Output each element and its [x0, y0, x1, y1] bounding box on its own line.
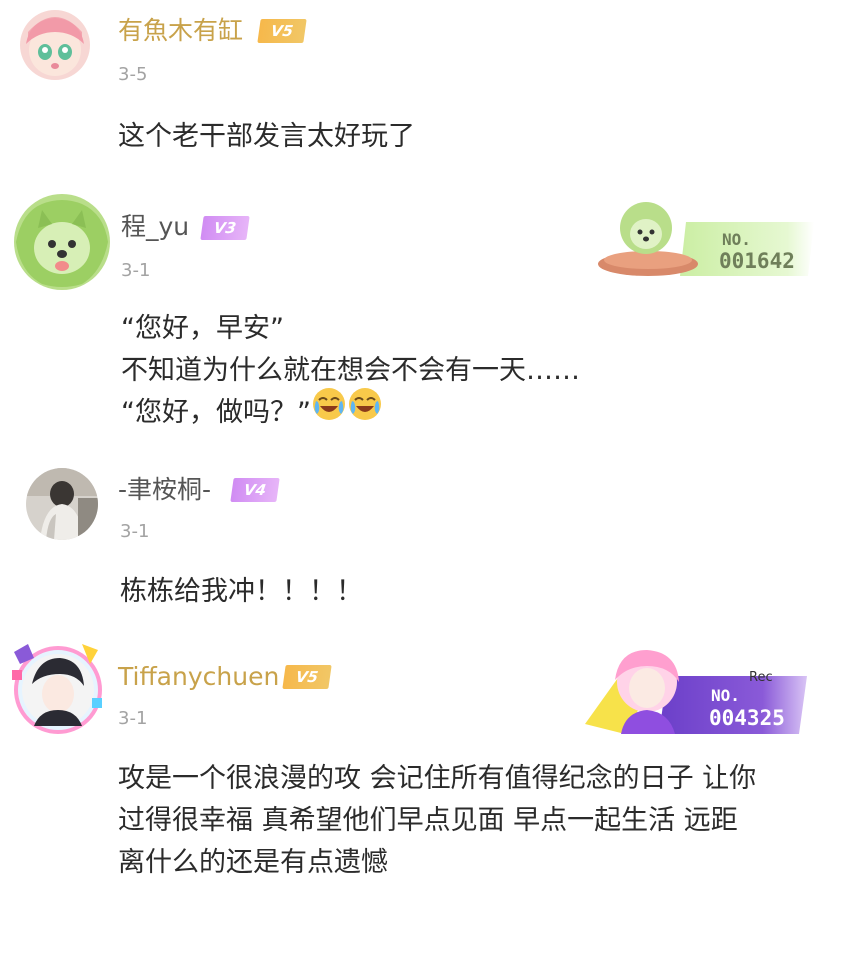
comment-item: -聿桉桐- V4 3-1 栋栋给我冲！！！！ — [0, 450, 850, 630]
comment-date: 3-1 — [120, 521, 150, 542]
comment-line: 过得很幸福 真希望他们早点见面 早点一起生活 远距 — [118, 805, 738, 836]
comment-line: 攻是一个很浪漫的攻 会记住所有值得纪念的日子 让你 — [118, 763, 757, 794]
username[interactable]: 程_yu — [121, 212, 189, 242]
fan-badge-number: 001642 — [719, 249, 795, 273]
comment-item: Tiffanychuen V5 3-1 Rec NO. 004325 攻是一个很… — [0, 630, 850, 960]
comment-item: 有魚木有缸 V5 3-5 这个老干部发言太好玩了 — [0, 0, 850, 180]
comment-line: 离什么的还是有点遗憾 — [118, 847, 388, 878]
laugh-cry-icon — [311, 386, 347, 435]
laugh-cry-icon — [347, 386, 383, 435]
comment-text: 栋栋给我冲！！！！ — [120, 571, 363, 613]
comment-date: 3-5 — [118, 64, 148, 85]
username[interactable]: -聿桉桐- — [118, 475, 211, 505]
avatar[interactable] — [12, 192, 112, 292]
vip-level-badge: V4 — [230, 478, 280, 502]
comment-text: 这个老干部发言太好玩了 — [118, 116, 415, 158]
avatar[interactable] — [26, 468, 98, 540]
avatar[interactable] — [10, 640, 106, 736]
comment-text: “您好，早安” 不知道为什么就在想会不会有一天…… “您好，做吗？” — [121, 308, 580, 434]
fan-badge-tag: Rec — [749, 670, 773, 685]
username[interactable]: 有魚木有缸 — [118, 16, 243, 46]
fan-number-badge[interactable]: Rec NO. 004325 — [585, 646, 809, 736]
vip-level-badge: V5 — [282, 665, 332, 689]
comment-line: “您好，做吗？” — [121, 397, 311, 428]
comment-date: 3-1 — [118, 708, 148, 729]
comment-item: 程_yu V3 3-1 NO. 001642 “您好，早安” 不知道为什么就在想… — [0, 180, 850, 450]
comment-line: 栋栋给我冲！！！！ — [120, 576, 363, 607]
comment-line: “您好，早安” — [121, 313, 284, 344]
vip-level-badge: V3 — [200, 216, 250, 240]
fan-badge-number: 004325 — [709, 706, 785, 730]
fan-badge-no-label: NO. — [711, 686, 740, 705]
avatar[interactable] — [20, 10, 90, 80]
vip-level-badge: V5 — [257, 19, 307, 43]
username[interactable]: Tiffanychuen — [118, 662, 279, 692]
comment-date: 3-1 — [121, 260, 151, 281]
fan-number-badge[interactable]: NO. 001642 — [596, 194, 822, 280]
fan-badge-no-label: NO. — [722, 230, 751, 249]
comment-line-with-emoji: “您好，做吗？” — [121, 388, 580, 434]
comment-line: 这个老干部发言太好玩了 — [118, 121, 415, 152]
comment-text: 攻是一个很浪漫的攻 会记住所有值得纪念的日子 让你 过得很幸福 真希望他们早点见… — [118, 758, 756, 884]
